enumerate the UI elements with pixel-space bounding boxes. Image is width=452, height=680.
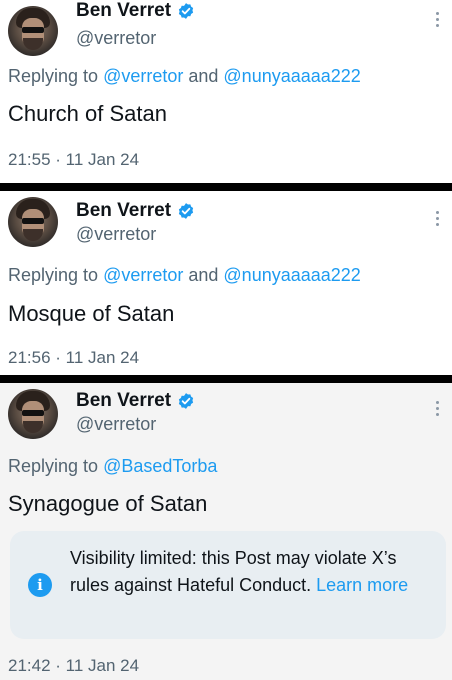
author-name[interactable]: Ben Verret [76, 0, 171, 22]
author-handle[interactable]: @verretor [76, 28, 156, 49]
post-1[interactable]: Ben Verret @verretor Replying to @verret… [0, 0, 452, 183]
author-row: Ben Verret [76, 0, 195, 22]
verified-badge-icon [178, 3, 194, 19]
post-timestamp[interactable]: 21:42 · 11 Jan 24 [8, 656, 139, 676]
info-icon: i [28, 573, 52, 597]
reply-mention-link[interactable]: @BasedTorba [103, 456, 217, 476]
reply-and: and [183, 265, 224, 285]
post-text: Mosque of Satan [8, 301, 175, 326]
reply-mention-link[interactable]: @nunyaaaaa222 [223, 66, 360, 86]
reply-context: Replying to @verretor and @nunyaaaaa222 [8, 66, 361, 87]
learn-more-link[interactable]: Learn more [316, 575, 408, 595]
reply-and: and [183, 66, 224, 86]
post-2[interactable]: Ben Verret @verretor Replying to @verret… [0, 191, 452, 375]
post-3[interactable]: Ben Verret @verretor Replying to @BasedT… [0, 383, 452, 680]
reply-mention-link[interactable]: @verretor [103, 265, 183, 285]
author-name[interactable]: Ben Verret [76, 390, 171, 412]
author-row: Ben Verret [76, 200, 195, 222]
reply-prefix: Replying to [8, 265, 104, 285]
more-options-icon[interactable] [436, 211, 440, 227]
author-handle[interactable]: @verretor [76, 224, 156, 245]
author-row: Ben Verret [76, 390, 195, 412]
post-text: Synagogue of Satan [8, 491, 208, 516]
avatar[interactable] [8, 6, 58, 56]
reply-context: Replying to @BasedTorba [8, 456, 217, 477]
reply-prefix: Replying to [8, 456, 104, 476]
post-timestamp[interactable]: 21:56 · 11 Jan 24 [8, 348, 139, 368]
verified-badge-icon [178, 203, 194, 219]
reply-context: Replying to @verretor and @nunyaaaaa222 [8, 265, 361, 286]
reply-mention-link[interactable]: @verretor [103, 66, 183, 86]
author-name[interactable]: Ben Verret [76, 200, 171, 222]
more-options-icon[interactable] [436, 12, 440, 28]
verified-badge-icon [178, 393, 194, 409]
post-timestamp[interactable]: 21:55 · 11 Jan 24 [8, 150, 139, 170]
reply-prefix: Replying to [8, 66, 104, 86]
post-text: Church of Satan [8, 101, 167, 126]
reply-mention-link[interactable]: @nunyaaaaa222 [223, 265, 360, 285]
avatar[interactable] [8, 389, 58, 439]
visibility-notice: i Visibility limited: this Post may viol… [10, 531, 446, 639]
more-options-icon[interactable] [436, 401, 440, 417]
author-handle[interactable]: @verretor [76, 414, 156, 435]
notice-text: Visibility limited: this Post may violat… [70, 545, 440, 599]
avatar[interactable] [8, 197, 58, 247]
